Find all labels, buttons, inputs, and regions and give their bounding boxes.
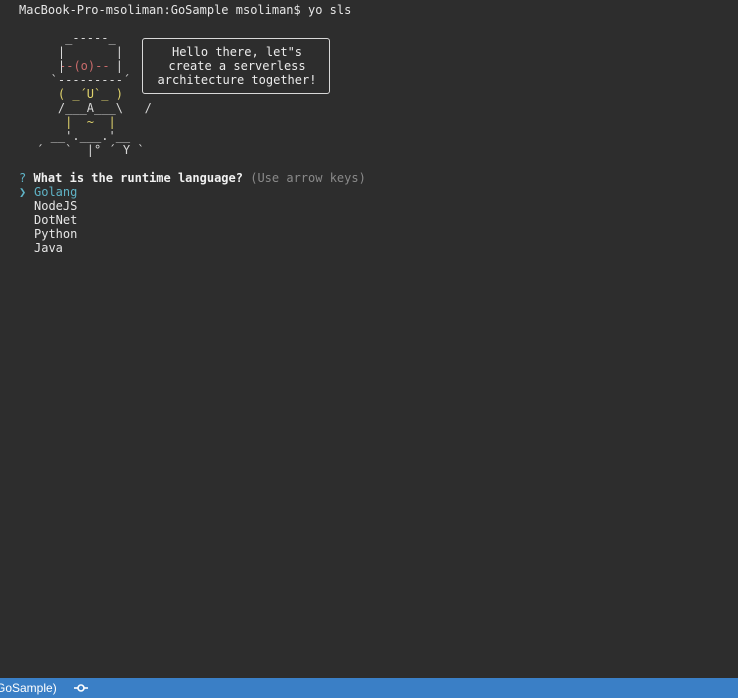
status-bar: GoSample)	[0, 678, 738, 698]
question-mark: ?	[19, 171, 27, 185]
option-nodejs[interactable]: NodeJS	[34, 199, 77, 213]
option-golang[interactable]: Golang	[34, 185, 77, 199]
speech-bubble-text: Hello there, let"s create a serverless a…	[157, 45, 317, 87]
speech-bubble: Hello there, let"s create a serverless a…	[142, 38, 330, 94]
git-commit-icon[interactable]	[74, 681, 88, 698]
question-hint: (Use arrow keys)	[250, 171, 366, 185]
terminal-window[interactable]: MacBook-Pro-msoliman:GoSample msoliman$ …	[0, 0, 738, 678]
question-line: ? What is the runtime language? (Use arr…	[19, 171, 366, 185]
status-branch-label[interactable]: GoSample)	[0, 681, 57, 695]
option-dotnet[interactable]: DotNet	[34, 213, 77, 227]
option-java[interactable]: Java	[34, 241, 63, 255]
question-text: What is the runtime language?	[33, 171, 243, 185]
selection-cursor: ❯	[19, 185, 27, 199]
prompt-line: MacBook-Pro-msoliman:GoSample msoliman$ …	[19, 3, 352, 17]
option-python[interactable]: Python	[34, 227, 77, 241]
